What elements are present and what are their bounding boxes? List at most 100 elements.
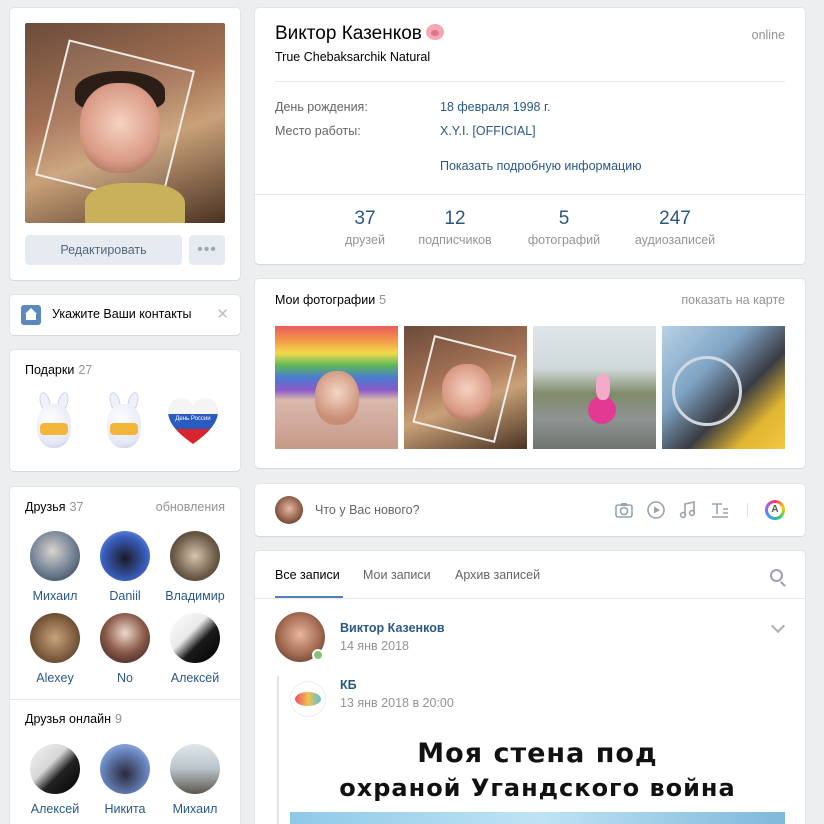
show-on-map-link[interactable]: показать на карте — [681, 293, 785, 307]
info-divider — [275, 81, 785, 82]
tab-all-posts[interactable]: Все записи — [275, 568, 340, 582]
stat-label: фотографий — [527, 233, 601, 247]
photo-face — [315, 371, 359, 425]
profile-avatar[interactable] — [25, 23, 225, 223]
post-image[interactable]: Моя стена под охраной Угандского война — [290, 726, 785, 824]
online-status: online — [751, 28, 785, 42]
friend-name: Михаил — [172, 802, 218, 816]
friend-avatar — [170, 531, 220, 581]
friend-avatar — [30, 613, 80, 663]
friend-name: No — [117, 671, 133, 685]
work-label: Место работы: — [275, 124, 361, 138]
friend-avatar — [170, 613, 220, 663]
stat-followers[interactable]: 12 подписчиков — [410, 208, 500, 247]
gifts-title: Подарки — [25, 363, 75, 377]
photo-thumb[interactable] — [404, 326, 527, 449]
meme-text-line-2: охраной Угандского война — [339, 774, 736, 802]
friend-avatar — [170, 744, 220, 794]
home-icon — [21, 305, 41, 325]
close-icon[interactable]: ✕ — [216, 305, 229, 323]
stat-label: друзей — [345, 233, 385, 247]
camera-icon[interactable] — [613, 499, 635, 521]
tab-archive[interactable]: Архив записей — [455, 568, 540, 582]
photo-face — [442, 364, 492, 420]
wall-card: Все записи Мои записи Архив записей Викт… — [255, 551, 805, 824]
friend-item[interactable]: Alexey — [20, 613, 90, 685]
birthday-value[interactable]: 18 февраля 1998 г. — [440, 100, 550, 114]
photo-thumb[interactable] — [533, 326, 656, 449]
work-value[interactable]: X.Y.I. [OFFICIAL] — [440, 124, 536, 138]
tabs-divider — [255, 598, 805, 599]
new-post-input[interactable]: Что у Вас нового? — [315, 503, 420, 517]
online-indicator — [312, 649, 324, 661]
stat-number: 5 — [558, 208, 570, 229]
stat-label: аудиозаписей — [634, 233, 716, 247]
photos-header[interactable]: Мои фотографии 5 — [275, 293, 386, 307]
video-icon[interactable] — [645, 499, 667, 521]
repost-source-name[interactable]: КБ — [340, 678, 357, 692]
article-icon[interactable] — [709, 499, 731, 521]
friends-title: Друзья — [25, 500, 66, 514]
tab-my-posts[interactable]: Мои записи — [363, 568, 431, 582]
gifts-card: Подарки 27 День России — [10, 350, 240, 471]
friend-item[interactable]: Алексей — [160, 613, 230, 685]
photo-thumb[interactable] — [275, 326, 398, 449]
post-author-name[interactable]: Виктор Казенков — [340, 621, 445, 635]
friend-name: Alexey — [36, 671, 74, 685]
photo-bike — [588, 396, 616, 424]
friends-header[interactable]: Друзья 37 — [25, 500, 83, 514]
photos-title: Мои фотографии — [275, 293, 376, 307]
online-friend-item[interactable]: Алексей — [20, 744, 90, 816]
stat-friends[interactable]: 37 друзей — [335, 208, 395, 247]
friend-item[interactable]: No — [90, 613, 160, 685]
online-friend-item[interactable]: Никита — [90, 744, 160, 816]
online-friends-count: 9 — [115, 712, 122, 726]
photo-thumb[interactable] — [662, 326, 785, 449]
photo-mirror — [672, 356, 742, 426]
gift-bunny-1[interactable] — [25, 390, 85, 455]
chevron-down-icon[interactable] — [770, 618, 786, 634]
friends-divider — [10, 699, 240, 700]
friend-avatar — [100, 744, 150, 794]
show-more-info-link[interactable]: Показать подробную информацию — [440, 159, 642, 173]
more-actions-button[interactable]: ••• — [189, 235, 225, 265]
repost-bar — [277, 676, 279, 824]
search-icon[interactable] — [770, 569, 783, 582]
repost-date[interactable]: 13 янв 2018 в 20:00 — [340, 696, 454, 710]
photo-rider — [596, 374, 610, 400]
friend-item[interactable]: Михаил — [20, 531, 90, 603]
friend-avatar — [100, 531, 150, 581]
gift-bunny-2[interactable] — [95, 390, 155, 455]
post-date[interactable]: 14 янв 2018 — [340, 639, 409, 653]
edit-profile-button[interactable]: Редактировать — [25, 235, 182, 265]
profile-name-text: Виктор Казенков — [275, 23, 422, 44]
avatar-face — [80, 83, 160, 173]
meme-sky — [290, 812, 785, 824]
gifts-header[interactable]: Подарки 27 — [25, 363, 92, 377]
friends-count: 37 — [69, 500, 84, 514]
friend-item[interactable]: Daniil — [90, 531, 160, 603]
poster-icon[interactable] — [765, 500, 785, 520]
friend-name: Владимир — [165, 589, 225, 603]
contacts-prompt-label: Укажите Ваши контакты — [52, 307, 192, 321]
stat-photos[interactable]: 5 фотографий — [519, 208, 609, 247]
gift-heart[interactable]: День России — [160, 390, 220, 455]
pig-emoji-icon — [425, 24, 444, 40]
online-friend-item[interactable]: Михаил — [160, 744, 230, 816]
gifts-count: 27 — [78, 363, 93, 377]
contacts-prompt[interactable]: Укажите Ваши контакты ✕ — [10, 295, 240, 335]
friend-name: Никита — [104, 802, 146, 816]
repost-source-avatar[interactable] — [290, 681, 326, 717]
profile-status[interactable]: True Chebaksarchik Natural — [275, 50, 430, 64]
friends-updates-link[interactable]: обновления — [156, 500, 225, 514]
friend-item[interactable]: Владимир — [160, 531, 230, 603]
music-icon[interactable] — [677, 499, 699, 521]
avatar-shirt — [85, 183, 185, 223]
stat-number: 12 — [444, 208, 466, 229]
stat-audio[interactable]: 247 аудиозаписей — [625, 208, 725, 247]
avatar-card: Редактировать ••• — [10, 8, 240, 280]
online-friends-header[interactable]: Друзья онлайн 9 — [25, 712, 122, 726]
friend-avatar — [30, 531, 80, 581]
meme-text-line-1: Моя стена под — [417, 738, 658, 769]
friend-avatar — [30, 744, 80, 794]
